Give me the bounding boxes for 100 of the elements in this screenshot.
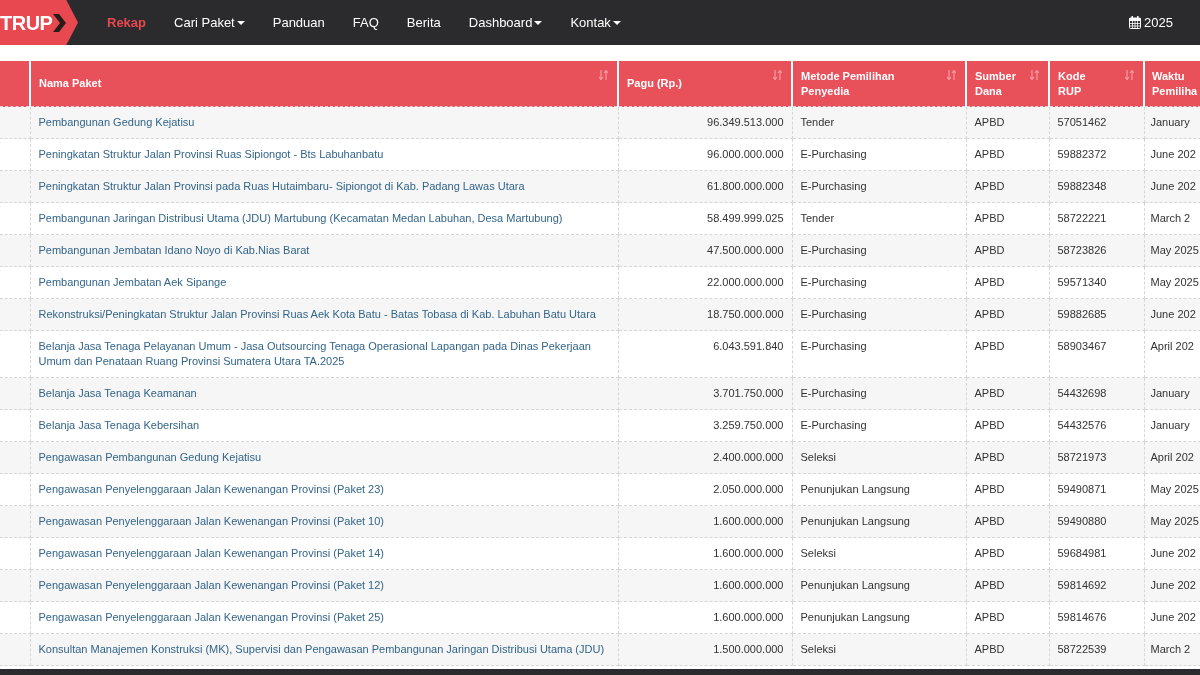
- table-cell: 59490871: [1049, 473, 1144, 506]
- column-header[interactable]: Sumber Dana: [966, 61, 1049, 107]
- table-cell: 54432576: [1049, 409, 1144, 442]
- table-cell: 1.600.000.000: [618, 537, 792, 570]
- table-cell: 54432698: [1049, 377, 1144, 410]
- nav-link[interactable]: FAQ: [338, 0, 393, 45]
- table-cell: APBD: [966, 569, 1049, 602]
- table-cell: APBD: [966, 330, 1049, 378]
- table-cell: 58903467: [1049, 330, 1144, 378]
- table-cell: 3.701.750.000: [618, 377, 792, 410]
- nav-link[interactable]: Kontak: [556, 0, 635, 45]
- nav-link[interactable]: Rekap: [93, 0, 161, 45]
- table-cell: Penunjukan Langsung: [792, 569, 966, 602]
- package-link[interactable]: Belanja Jasa Tenaga Keamanan: [38, 386, 197, 401]
- sort-icon: [1125, 70, 1134, 80]
- table-cell: Penunjukan Langsung: [792, 473, 966, 506]
- table-cell: APBD: [966, 441, 1049, 474]
- table-cell: APBD: [966, 170, 1049, 203]
- sort-icon: [947, 70, 956, 80]
- table-cell: Seleksi: [792, 537, 966, 570]
- table-cell: 59882685: [1049, 298, 1144, 331]
- chevron-icon: [53, 13, 67, 32]
- column-header[interactable]: Metode Pemilihan Penyedia: [792, 61, 966, 107]
- table-cell: 58722539: [1049, 633, 1144, 666]
- table-cell: 1.600.000.000: [618, 601, 792, 634]
- table-cell: 6.043.591.840: [618, 330, 792, 378]
- table-cell: 96.000.000.000: [618, 138, 792, 171]
- table-cell: E-Purchasing: [792, 330, 966, 378]
- table-cell: 58722221: [1049, 202, 1144, 235]
- logo-text: TRUP: [0, 12, 53, 33]
- table-cell: 1.600.000.000: [618, 569, 792, 602]
- table-cell: Tender: [792, 202, 966, 235]
- table-cell: APBD: [966, 409, 1049, 442]
- table-cell: E-Purchasing: [792, 266, 966, 299]
- table-cell: 59814676: [1049, 601, 1144, 634]
- table-cell: APBD: [966, 202, 1049, 235]
- table-cell: APBD: [966, 537, 1049, 570]
- table-cell: E-Purchasing: [792, 377, 966, 410]
- table-cell: 59684981: [1049, 537, 1144, 570]
- table-cell: 61.800.000.000: [618, 170, 792, 203]
- column-header[interactable]: Nama Paket: [30, 61, 618, 107]
- table-cell: Seleksi: [792, 633, 966, 666]
- calendar-icon: [1129, 16, 1142, 29]
- table-cell: 96.349.513.000: [618, 106, 792, 139]
- table-cell: 47.500.000.000: [618, 234, 792, 267]
- package-link[interactable]: Pembangunan Gedung Kejatisu: [38, 115, 195, 130]
- table-cell: 3.259.750.000: [618, 409, 792, 442]
- table-cell: APBD: [966, 601, 1049, 634]
- sort-icon: [773, 70, 782, 80]
- table-cell: APBD: [966, 266, 1049, 299]
- nav-link[interactable]: Cari Paket: [160, 0, 259, 45]
- table-cell: E-Purchasing: [792, 234, 966, 267]
- nav-link[interactable]: Panduan: [258, 0, 339, 45]
- table-cell: 2.400.000.000: [618, 441, 792, 474]
- table-cell: 59814692: [1049, 569, 1144, 602]
- column-header[interactable]: Waktu Pemiliha: [1144, 61, 1200, 107]
- table-cell: APBD: [966, 505, 1049, 538]
- table-cell: APBD: [966, 377, 1049, 410]
- caret-icon: [534, 20, 543, 25]
- table-cell: APBD: [966, 473, 1049, 506]
- logo[interactable]: TRUP: [0, 0, 78, 45]
- table-cell: 1.600.000.000: [618, 505, 792, 538]
- sort-icon: [1030, 70, 1039, 80]
- table-cell: 58723826: [1049, 234, 1144, 267]
- table-cell: APBD: [966, 234, 1049, 267]
- caret-icon: [612, 20, 621, 25]
- table-cell: Penunjukan Langsung: [792, 505, 966, 538]
- table-cell: 59490880: [1049, 505, 1144, 538]
- table-cell: APBD: [966, 298, 1049, 331]
- table-cell: 58721973: [1049, 441, 1144, 474]
- column-header[interactable]: [0, 61, 30, 107]
- column-header[interactable]: Kode RUP: [1049, 61, 1144, 107]
- table-cell: 59882372: [1049, 138, 1144, 171]
- table-cell: 58.499.999.025: [618, 202, 792, 235]
- table-cell: 59571340: [1049, 266, 1144, 299]
- table-cell: 2.050.000.000: [618, 473, 792, 506]
- column-header[interactable]: Pagu (Rp.): [618, 61, 792, 107]
- nav-link[interactable]: Berita: [392, 0, 455, 45]
- table-cell: 57051462: [1049, 106, 1144, 139]
- table-cell: E-Purchasing: [792, 409, 966, 442]
- year-selector[interactable]: 2025: [1129, 0, 1173, 45]
- table-cell: APBD: [966, 106, 1049, 139]
- package-link[interactable]: Pembangunan Jembatan Aek Sipange: [38, 275, 227, 290]
- table-cell: Seleksi: [792, 441, 966, 474]
- sort-icon: [599, 70, 608, 80]
- table-cell: E-Purchasing: [792, 138, 966, 171]
- table-cell: 22.000.000.000: [618, 266, 792, 299]
- table-cell: Tender: [792, 106, 966, 139]
- package-link[interactable]: Pengawasan Pembangunan Gedung Kejatisu: [38, 450, 262, 465]
- table-cell: 1.500.000.000: [618, 633, 792, 666]
- table-cell: E-Purchasing: [792, 298, 966, 331]
- table-cell: 59882348: [1049, 170, 1144, 203]
- nav-link[interactable]: Dashboard: [454, 0, 557, 45]
- package-link[interactable]: Belanja Jasa Tenaga Kebersihan: [38, 418, 200, 433]
- table-cell: Penunjukan Langsung: [792, 601, 966, 634]
- caret-icon: [236, 20, 245, 25]
- table-cell: E-Purchasing: [792, 170, 966, 203]
- table-cell: 18.750.000.000: [618, 298, 792, 331]
- table-cell: January: [1144, 106, 1200, 139]
- table-cell: APBD: [966, 633, 1049, 666]
